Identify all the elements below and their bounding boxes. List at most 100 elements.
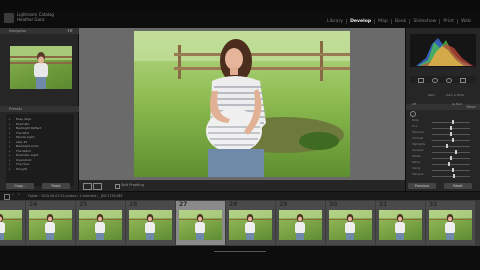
top-bar xyxy=(0,0,480,10)
slider-label: Shadows xyxy=(412,149,424,152)
thumbnail-photo xyxy=(129,210,172,240)
filmstrip-cell[interactable]: 31 xyxy=(376,201,425,245)
copy-button[interactable]: Copy... xyxy=(6,183,34,189)
slider-label: Contrast xyxy=(412,137,424,140)
cell-number: 32 xyxy=(429,201,438,208)
slider-label: Temp xyxy=(412,119,419,122)
cell-thumbnail[interactable] xyxy=(329,210,372,240)
slider-vibrance[interactable]: Vibrance xyxy=(412,173,474,178)
basic-header[interactable]: Basic xyxy=(406,104,480,110)
cell-thumbnail[interactable] xyxy=(29,210,72,240)
slider-knob[interactable] xyxy=(451,120,454,124)
previous-button[interactable]: Previous xyxy=(408,183,436,189)
slider-track[interactable] xyxy=(432,145,470,147)
module-slideshow[interactable]: Slideshow xyxy=(410,18,441,24)
cell-thumbnail[interactable] xyxy=(279,210,322,240)
graduated-filter-icon[interactable] xyxy=(460,78,466,83)
slider-knob[interactable] xyxy=(451,168,454,172)
forward-arrow-icon[interactable]: › xyxy=(18,192,20,198)
cell-thumbnail[interactable] xyxy=(429,210,472,240)
slider-clarity[interactable]: Clarity xyxy=(412,167,474,172)
module-web[interactable]: Web xyxy=(458,19,474,24)
slider-track[interactable] xyxy=(432,163,470,165)
navigator-header[interactable]: Navigator FIT xyxy=(0,28,87,34)
filmstrip-cell[interactable]: 32 xyxy=(426,201,475,245)
slider-knob[interactable] xyxy=(453,174,456,178)
slider-track[interactable] xyxy=(432,151,470,153)
slider-tint[interactable]: Tint xyxy=(412,125,474,130)
paste-button[interactable]: Paste xyxy=(42,183,70,189)
cell-thumbnail[interactable] xyxy=(79,210,122,240)
cell-thumbnail[interactable] xyxy=(229,210,272,240)
filmstrip-cell[interactable]: 28 xyxy=(226,201,275,245)
module-library[interactable]: Library xyxy=(324,18,348,24)
crop-tool-icon[interactable] xyxy=(418,78,424,83)
soft-proofing-checkbox[interactable] xyxy=(115,184,120,189)
view-mode-loupe-icon[interactable] xyxy=(83,183,92,190)
presets-list: Easy days Dramatic Backlight Reflect The… xyxy=(6,114,74,186)
slider-label: Vibrance xyxy=(412,173,424,176)
slider-label: Blacks xyxy=(412,161,421,164)
back-arrow-icon[interactable]: ‹ xyxy=(12,192,14,198)
slider-knob[interactable] xyxy=(450,126,452,130)
filmstrip-cell[interactable]: 30 xyxy=(326,201,375,245)
spot-removal-icon[interactable] xyxy=(432,78,438,83)
thumbnail-photo xyxy=(279,210,322,240)
cell-number: 25 xyxy=(79,201,88,208)
photo-content xyxy=(134,31,350,177)
navigator-label: Navigator xyxy=(9,29,27,33)
slider-knob[interactable] xyxy=(446,144,449,148)
filmstrip-cell[interactable]: 26 xyxy=(126,201,175,245)
module-print[interactable]: Print xyxy=(440,18,458,24)
red-eye-icon[interactable] xyxy=(446,78,452,83)
filmstrip-cell[interactable]: 24 xyxy=(26,201,75,245)
filmstrip-cell[interactable]: 27 xyxy=(176,201,225,245)
toolbar: Soft Proofing xyxy=(79,180,405,191)
reset-button[interactable]: Reset xyxy=(444,183,472,189)
cell-thumbnail[interactable] xyxy=(379,210,422,240)
slider-temp[interactable]: Temp xyxy=(412,119,474,124)
slider-label: Whites xyxy=(412,155,421,158)
filmstrip-cell[interactable] xyxy=(0,201,25,245)
slider-exposure[interactable]: Exposure xyxy=(412,131,474,136)
cell-number: 29 xyxy=(279,201,288,208)
slider-label: Exposure xyxy=(412,131,425,134)
view-mode-compare-icon[interactable] xyxy=(93,183,102,190)
wb-picker-icon[interactable] xyxy=(410,111,416,117)
main-photo[interactable] xyxy=(134,31,350,177)
slider-contrast[interactable]: Contrast xyxy=(412,137,474,142)
filmstrip-cell[interactable]: 25 xyxy=(76,201,125,245)
thumbnail-photo xyxy=(79,210,122,240)
module-picker: Library Develop Map Book Slideshow Print… xyxy=(324,17,474,25)
navigator-zoom[interactable]: FIT xyxy=(68,28,73,34)
slider-blacks[interactable]: Blacks xyxy=(412,161,474,166)
slider-shadows[interactable]: Shadows xyxy=(412,149,474,154)
presets-header[interactable]: Presets xyxy=(0,106,87,112)
navigator-preview[interactable] xyxy=(10,46,72,89)
cell-thumbnail[interactable] xyxy=(0,210,22,240)
slider-whites[interactable]: Whites xyxy=(412,155,474,160)
cell-thumbnail[interactable] xyxy=(129,210,172,240)
slider-knob[interactable] xyxy=(450,132,452,136)
module-book[interactable]: Book xyxy=(392,18,411,24)
histogram xyxy=(410,34,476,67)
slider-knob[interactable] xyxy=(448,162,451,166)
slider-track[interactable] xyxy=(432,175,470,177)
cell-number: 27 xyxy=(179,201,188,208)
slider-highlights[interactable]: Highlights xyxy=(412,143,474,148)
slider-knob[interactable] xyxy=(451,138,454,142)
module-develop[interactable]: Develop xyxy=(347,18,376,24)
treatment-bw[interactable]: Black & White xyxy=(446,94,464,97)
slider-knob[interactable] xyxy=(454,150,457,154)
filmstrip-source[interactable]: Folder : 2015-06-03 43 photos / 1 select… xyxy=(28,193,123,199)
preset-item[interactable]: Tonight xyxy=(6,167,74,172)
treatment-color[interactable]: Color xyxy=(428,94,435,97)
cell-thumbnail[interactable] xyxy=(179,210,222,240)
wb-value[interactable]: As Shot xyxy=(452,103,462,106)
filmstrip-cell[interactable]: 29 xyxy=(276,201,325,245)
tool-strip xyxy=(410,76,476,83)
scroll-indicator[interactable] xyxy=(214,251,266,252)
slider-knob[interactable] xyxy=(450,156,452,160)
thumbnail-photo xyxy=(29,210,72,240)
module-map[interactable]: Map xyxy=(375,18,392,24)
